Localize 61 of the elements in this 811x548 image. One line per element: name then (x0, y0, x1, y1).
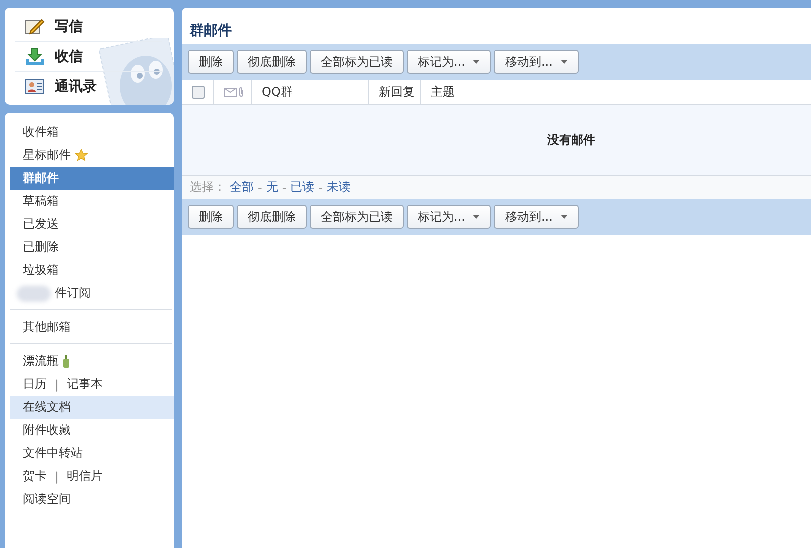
folder-item[interactable]: 其他邮箱 (10, 316, 174, 339)
folder-item[interactable]: 文件中转站 (10, 442, 174, 465)
envelope-icon (224, 88, 237, 96)
dropdown-button[interactable]: 标记为... (407, 50, 492, 74)
folder-link[interactable]: 明信片 (67, 468, 104, 485)
toolbar-button[interactable]: 全部标为已读 (310, 205, 404, 229)
separator-text: - (258, 180, 262, 194)
toolbar-button[interactable]: 删除 (188, 205, 234, 229)
folder-link[interactable]: 记事本 (67, 376, 104, 393)
star-icon (75, 149, 88, 162)
paperclip-icon (239, 87, 245, 97)
folder-link[interactable]: 日历 (23, 376, 47, 393)
contact-card-icon (25, 78, 45, 94)
selected-folder-item[interactable]: 群邮件 (10, 167, 174, 190)
toolbar-button[interactable]: 彻底删除 (237, 50, 307, 74)
separator-text: - (282, 180, 287, 194)
pencil-note-icon (25, 18, 45, 36)
caret-icon (560, 60, 568, 64)
page-title: 群邮件 (189, 22, 233, 41)
folder-item[interactable]: 在线文档 (10, 396, 174, 419)
dropdown-button[interactable]: 标记为... (407, 205, 492, 229)
sidebar-action[interactable]: 写信 (15, 12, 162, 42)
folder-item[interactable]: 已发送 (10, 213, 174, 236)
select-link[interactable]: 未读 (327, 179, 352, 196)
column-header: QQ群 (262, 84, 293, 100)
divider-text: | (55, 470, 60, 484)
select-link[interactable]: 全部 (230, 179, 254, 196)
folder-item[interactable]: 阅读空间 (10, 488, 174, 511)
sidebar-action[interactable]: 通讯录 (15, 72, 162, 101)
folder-item[interactable]: 贺卡 | 明信片 (10, 465, 174, 488)
column-header: 新回复 (379, 84, 415, 100)
folder-link[interactable]: 贺卡 (23, 468, 47, 485)
divider-text: | (55, 378, 60, 392)
dropdown-button[interactable]: 移动到... (494, 205, 579, 229)
folder-item[interactable]: 已删除 (10, 236, 174, 259)
toolbar-button[interactable]: 彻底删除 (237, 205, 307, 229)
folder-item[interactable]: 日历 | 记事本 (10, 373, 174, 396)
caret-icon (560, 215, 568, 219)
folder-item[interactable]: 垃圾箱 (10, 259, 174, 282)
dropdown-button[interactable]: 移动到... (494, 50, 579, 74)
select-link[interactable]: 已读 (290, 179, 315, 196)
folder-item[interactable]: 漂流瓶 (10, 350, 174, 373)
select-label: 选择： (190, 179, 226, 196)
folder-item[interactable]: 件订阅 (10, 282, 174, 305)
caret-icon (473, 215, 480, 219)
select-all-checkbox[interactable] (192, 86, 205, 98)
sidebar-action[interactable]: 收信 (15, 42, 162, 72)
toolbar-button[interactable]: 全部标为已读 (310, 50, 404, 74)
toolbar-button[interactable]: 删除 (188, 50, 234, 74)
blurred-mark (17, 286, 51, 302)
folder-item[interactable]: 附件收藏 (10, 419, 174, 442)
select-link[interactable]: 无 (266, 179, 278, 196)
caret-icon (473, 60, 480, 64)
column-header: 主题 (431, 84, 455, 100)
download-tray-icon (25, 48, 45, 66)
bottle-icon (63, 355, 70, 368)
empty-message: 没有邮件 (546, 132, 596, 148)
separator-text: - (318, 180, 324, 194)
folder-item[interactable]: 收件箱 (10, 121, 174, 144)
folder-item[interactable]: 草稿箱 (10, 190, 174, 213)
folder-item[interactable]: 星标邮件 (10, 144, 174, 167)
